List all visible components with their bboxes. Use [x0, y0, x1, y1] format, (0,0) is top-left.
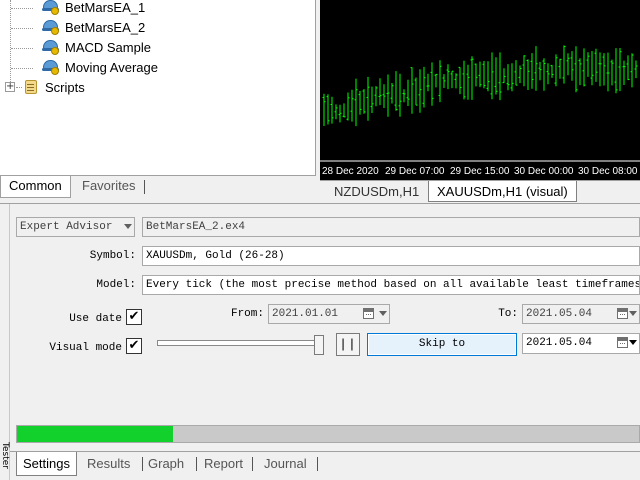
tester-type-value: Expert Advisor: [20, 221, 113, 233]
tab-common[interactable]: Common: [0, 176, 71, 198]
tab-settings[interactable]: Settings: [16, 452, 77, 476]
navigator-item-moving-average[interactable]: Moving Average: [42, 57, 158, 77]
chart-tab-bar: NZDUSDm,H1 XAUUSDm,H1 (visual): [320, 180, 640, 202]
chevron-down-icon: [124, 224, 132, 229]
progress-fill: [17, 426, 173, 442]
navigator-item-label: Moving Average: [65, 59, 158, 75]
navigator-item-label: Scripts: [45, 79, 85, 95]
time-axis-label: 30 Dec 00:00: [514, 166, 574, 177]
visual-mode-checkbox[interactable]: ✔: [126, 338, 142, 354]
navigator-panel: BetMarsEA_1 BetMarsEA_2 MACD Sample Movi…: [0, 0, 316, 198]
calendar-icon: [617, 308, 628, 319]
tab-graph[interactable]: Graph: [142, 452, 190, 476]
pause-button[interactable]: | |: [336, 333, 360, 356]
chevron-down-icon: [629, 340, 637, 345]
chart-canvas: 28 Dec 2020 29 Dec 07:00 29 Dec 15:00 30…: [320, 45, 640, 177]
expert-file-value: BetMarsEA_2.ex4: [146, 221, 246, 233]
skip-to-date-value: 2021.05.04: [526, 337, 593, 349]
to-date-value: 2021.05.04: [526, 308, 593, 320]
symbol-label: Symbol:: [89, 250, 136, 262]
tab-separator: [317, 457, 318, 471]
tab-xauusdm-h1-visual[interactable]: XAUUSDm,H1 (visual): [428, 181, 577, 202]
use-date-label: Use date: [69, 313, 122, 325]
tree-guide-line: [11, 28, 33, 29]
test-progress-bar: [16, 425, 640, 443]
expert-file-select[interactable]: BetMarsEA_2.ex4: [142, 217, 640, 237]
tab-separator: [252, 457, 253, 471]
script-icon: [22, 79, 40, 95]
navigator-item-label: MACD Sample: [65, 39, 151, 55]
navigator-item-macd-sample[interactable]: MACD Sample: [42, 37, 151, 57]
tree-guide-line: [11, 48, 33, 49]
skip-to-button[interactable]: Skip to: [367, 333, 517, 356]
price-bars: [322, 45, 638, 127]
to-date-input[interactable]: 2021.05.04: [522, 304, 640, 324]
expert-advisor-icon: [42, 39, 60, 55]
time-axis-label: 29 Dec 15:00: [450, 166, 510, 177]
calendar-icon: [617, 337, 628, 348]
tester-tab-bar: Settings Results Graph Report Journal: [10, 451, 640, 480]
model-label: Model:: [96, 279, 136, 291]
tab-report[interactable]: Report: [198, 452, 249, 476]
tester-type-select[interactable]: Expert Advisor: [16, 217, 135, 237]
time-axis-label: 30 Dec 08:00: [578, 166, 638, 177]
navigator-tab-bar: Common Favorites: [0, 175, 316, 198]
calendar-icon: [363, 308, 374, 319]
model-select[interactable]: Every tick (the most precise method base…: [142, 275, 640, 295]
model-value: Every tick (the most precise method base…: [146, 279, 640, 291]
tab-separator: [144, 180, 145, 194]
expert-advisor-icon: [42, 19, 60, 35]
use-date-checkbox[interactable]: ✔: [126, 309, 142, 325]
expert-advisor-icon: [42, 59, 60, 75]
tree-guide-line: [11, 8, 33, 9]
navigator-item-scripts[interactable]: Scripts: [22, 77, 85, 97]
symbol-select[interactable]: XAUUSDm, Gold (26-28): [142, 246, 640, 266]
tab-favorites[interactable]: Favorites: [74, 176, 143, 198]
tab-separator: [196, 457, 197, 471]
tester-side-strip: Tester: [0, 204, 10, 480]
navigator-item-betmarsea-1[interactable]: BetMarsEA_1: [42, 0, 145, 17]
tab-nzdusdm-h1[interactable]: NZDUSDm,H1: [326, 181, 427, 202]
visual-speed-slider[interactable]: [157, 340, 323, 346]
chevron-down-icon: [629, 311, 637, 316]
chevron-down-icon: [379, 311, 387, 316]
symbol-value: XAUUSDm, Gold (26-28): [146, 250, 285, 262]
tree-guide-line: [10, 0, 11, 88]
from-date-value: 2021.01.01: [272, 308, 339, 320]
tree-guide-line: [11, 68, 33, 69]
tab-journal[interactable]: Journal: [258, 452, 313, 476]
skip-to-date-input[interactable]: 2021.05.04: [522, 333, 640, 354]
to-label: To:: [498, 308, 518, 320]
navigator-item-label: BetMarsEA_2: [65, 19, 146, 35]
tester-strip-label: Tester: [0, 442, 10, 469]
price-chart[interactable]: 28 Dec 2020 29 Dec 07:00 29 Dec 15:00 30…: [320, 0, 640, 180]
from-label: From:: [230, 308, 264, 320]
visual-mode-label: Visual mode: [49, 342, 122, 354]
from-date-input[interactable]: 2021.01.01: [268, 304, 390, 324]
tab-results[interactable]: Results: [81, 452, 136, 476]
expert-advisor-icon: [42, 0, 60, 15]
navigator-item-label: BetMarsEA_1: [65, 0, 146, 15]
expand-icon[interactable]: +: [5, 82, 15, 92]
time-axis-label: 28 Dec 2020: [322, 166, 379, 177]
slider-thumb[interactable]: [314, 335, 324, 355]
navigator-item-betmarsea-2[interactable]: BetMarsEA_2: [42, 17, 145, 37]
time-axis-label: 29 Dec 07:00: [385, 166, 445, 177]
